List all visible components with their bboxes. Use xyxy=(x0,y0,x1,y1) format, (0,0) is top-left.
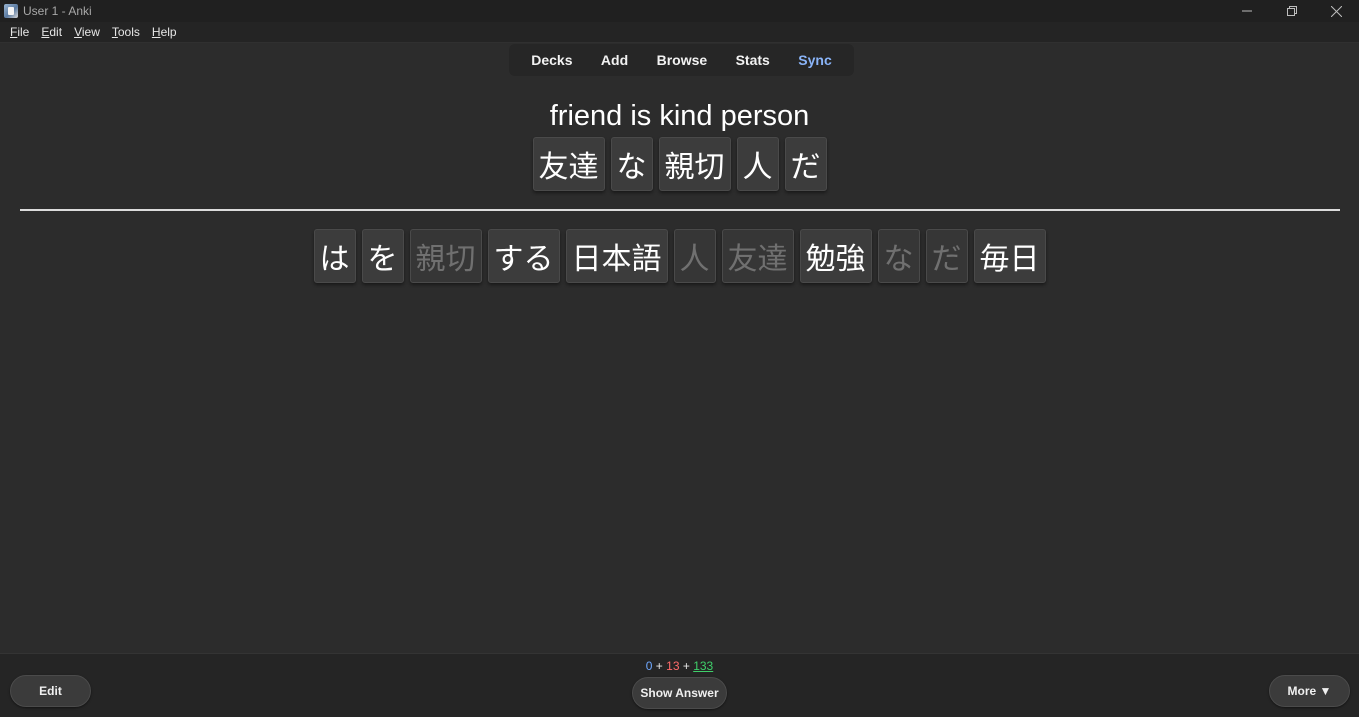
toolbar-sync-link[interactable]: Sync xyxy=(792,52,837,68)
answer-tile[interactable]: な xyxy=(610,137,653,191)
bottom-bar: 0 + 13 + 133 Edit Show Answer More ▼ xyxy=(0,653,1359,717)
menu-file-label: ile xyxy=(17,24,30,39)
word-tile-used[interactable]: だ xyxy=(925,229,968,283)
review-count[interactable]: 133 xyxy=(693,659,713,673)
word-pool-row: はを親切 する 日本語人友達 勉強なだ毎日 xyxy=(0,229,1359,283)
card-question: friend is kind person xyxy=(0,96,1359,136)
answer-tile[interactable]: だ xyxy=(784,137,827,191)
menu-edit-label: dit xyxy=(49,24,63,39)
window-title: User 1 - Anki xyxy=(23,4,92,18)
menu-tools[interactable]: Tools xyxy=(106,22,146,43)
menu-file[interactable]: File xyxy=(4,22,35,43)
title-bar: User 1 - Anki xyxy=(0,0,1359,22)
menu-tools-label: ools xyxy=(117,24,140,39)
menu-view-mnemonic: V xyxy=(74,24,82,39)
count-separator: + xyxy=(652,659,667,673)
anki-app-icon xyxy=(4,4,18,18)
learn-count: 13 xyxy=(666,659,680,673)
answer-tile-row: 友達な親切人だ xyxy=(0,137,1359,191)
window-controls xyxy=(1224,0,1359,22)
menu-view-label: iew xyxy=(81,24,100,39)
answer-tile[interactable]: 親切 xyxy=(658,137,731,191)
word-tile[interactable]: 勉強 xyxy=(799,229,872,283)
word-tile-used[interactable]: な xyxy=(877,229,920,283)
toolbar-stats-link[interactable]: Stats xyxy=(730,52,776,68)
answer-tile[interactable]: 人 xyxy=(736,137,779,191)
count-separator: + xyxy=(679,659,694,673)
menu-help-mnemonic: H xyxy=(151,24,161,39)
minimize-button[interactable] xyxy=(1224,0,1269,22)
minimize-icon xyxy=(1241,10,1252,12)
word-tile[interactable]: を xyxy=(361,229,404,283)
toolbar-add-link[interactable]: Add xyxy=(595,52,634,68)
more-button[interactable]: More ▼ xyxy=(1269,675,1350,707)
due-counts: 0 + 13 + 133 xyxy=(0,659,1359,673)
word-tile[interactable]: する xyxy=(487,229,560,283)
main-toolbar: Decks Add Browse Stats Sync xyxy=(509,44,854,76)
menu-help[interactable]: Help xyxy=(146,22,183,43)
toolbar-decks-link[interactable]: Decks xyxy=(525,52,578,68)
menu-edit[interactable]: Edit xyxy=(35,22,68,43)
restore-button[interactable] xyxy=(1269,0,1314,22)
show-answer-button[interactable]: Show Answer xyxy=(632,677,727,709)
word-tile[interactable]: は xyxy=(313,229,356,283)
menu-view[interactable]: View xyxy=(68,22,106,43)
close-button[interactable] xyxy=(1314,0,1359,22)
word-tile-used[interactable]: 親切 xyxy=(409,229,482,283)
word-tile-used[interactable]: 友達 xyxy=(721,229,794,283)
word-tile[interactable]: 毎日 xyxy=(973,229,1046,283)
card-prompt: friend is kind person xyxy=(549,100,810,132)
answer-tile[interactable]: 友達 xyxy=(532,137,605,191)
menu-bar: File Edit View Tools Help xyxy=(0,22,1359,43)
toolbar-browse-link[interactable]: Browse xyxy=(651,52,714,68)
restore-icon xyxy=(1286,6,1297,16)
word-tile-used[interactable]: 人 xyxy=(673,229,716,283)
menu-help-label: elp xyxy=(160,24,177,39)
edit-button[interactable]: Edit xyxy=(10,675,91,707)
word-tile[interactable]: 日本語 xyxy=(565,229,668,283)
close-icon xyxy=(1331,5,1342,17)
card-divider xyxy=(20,209,1340,211)
